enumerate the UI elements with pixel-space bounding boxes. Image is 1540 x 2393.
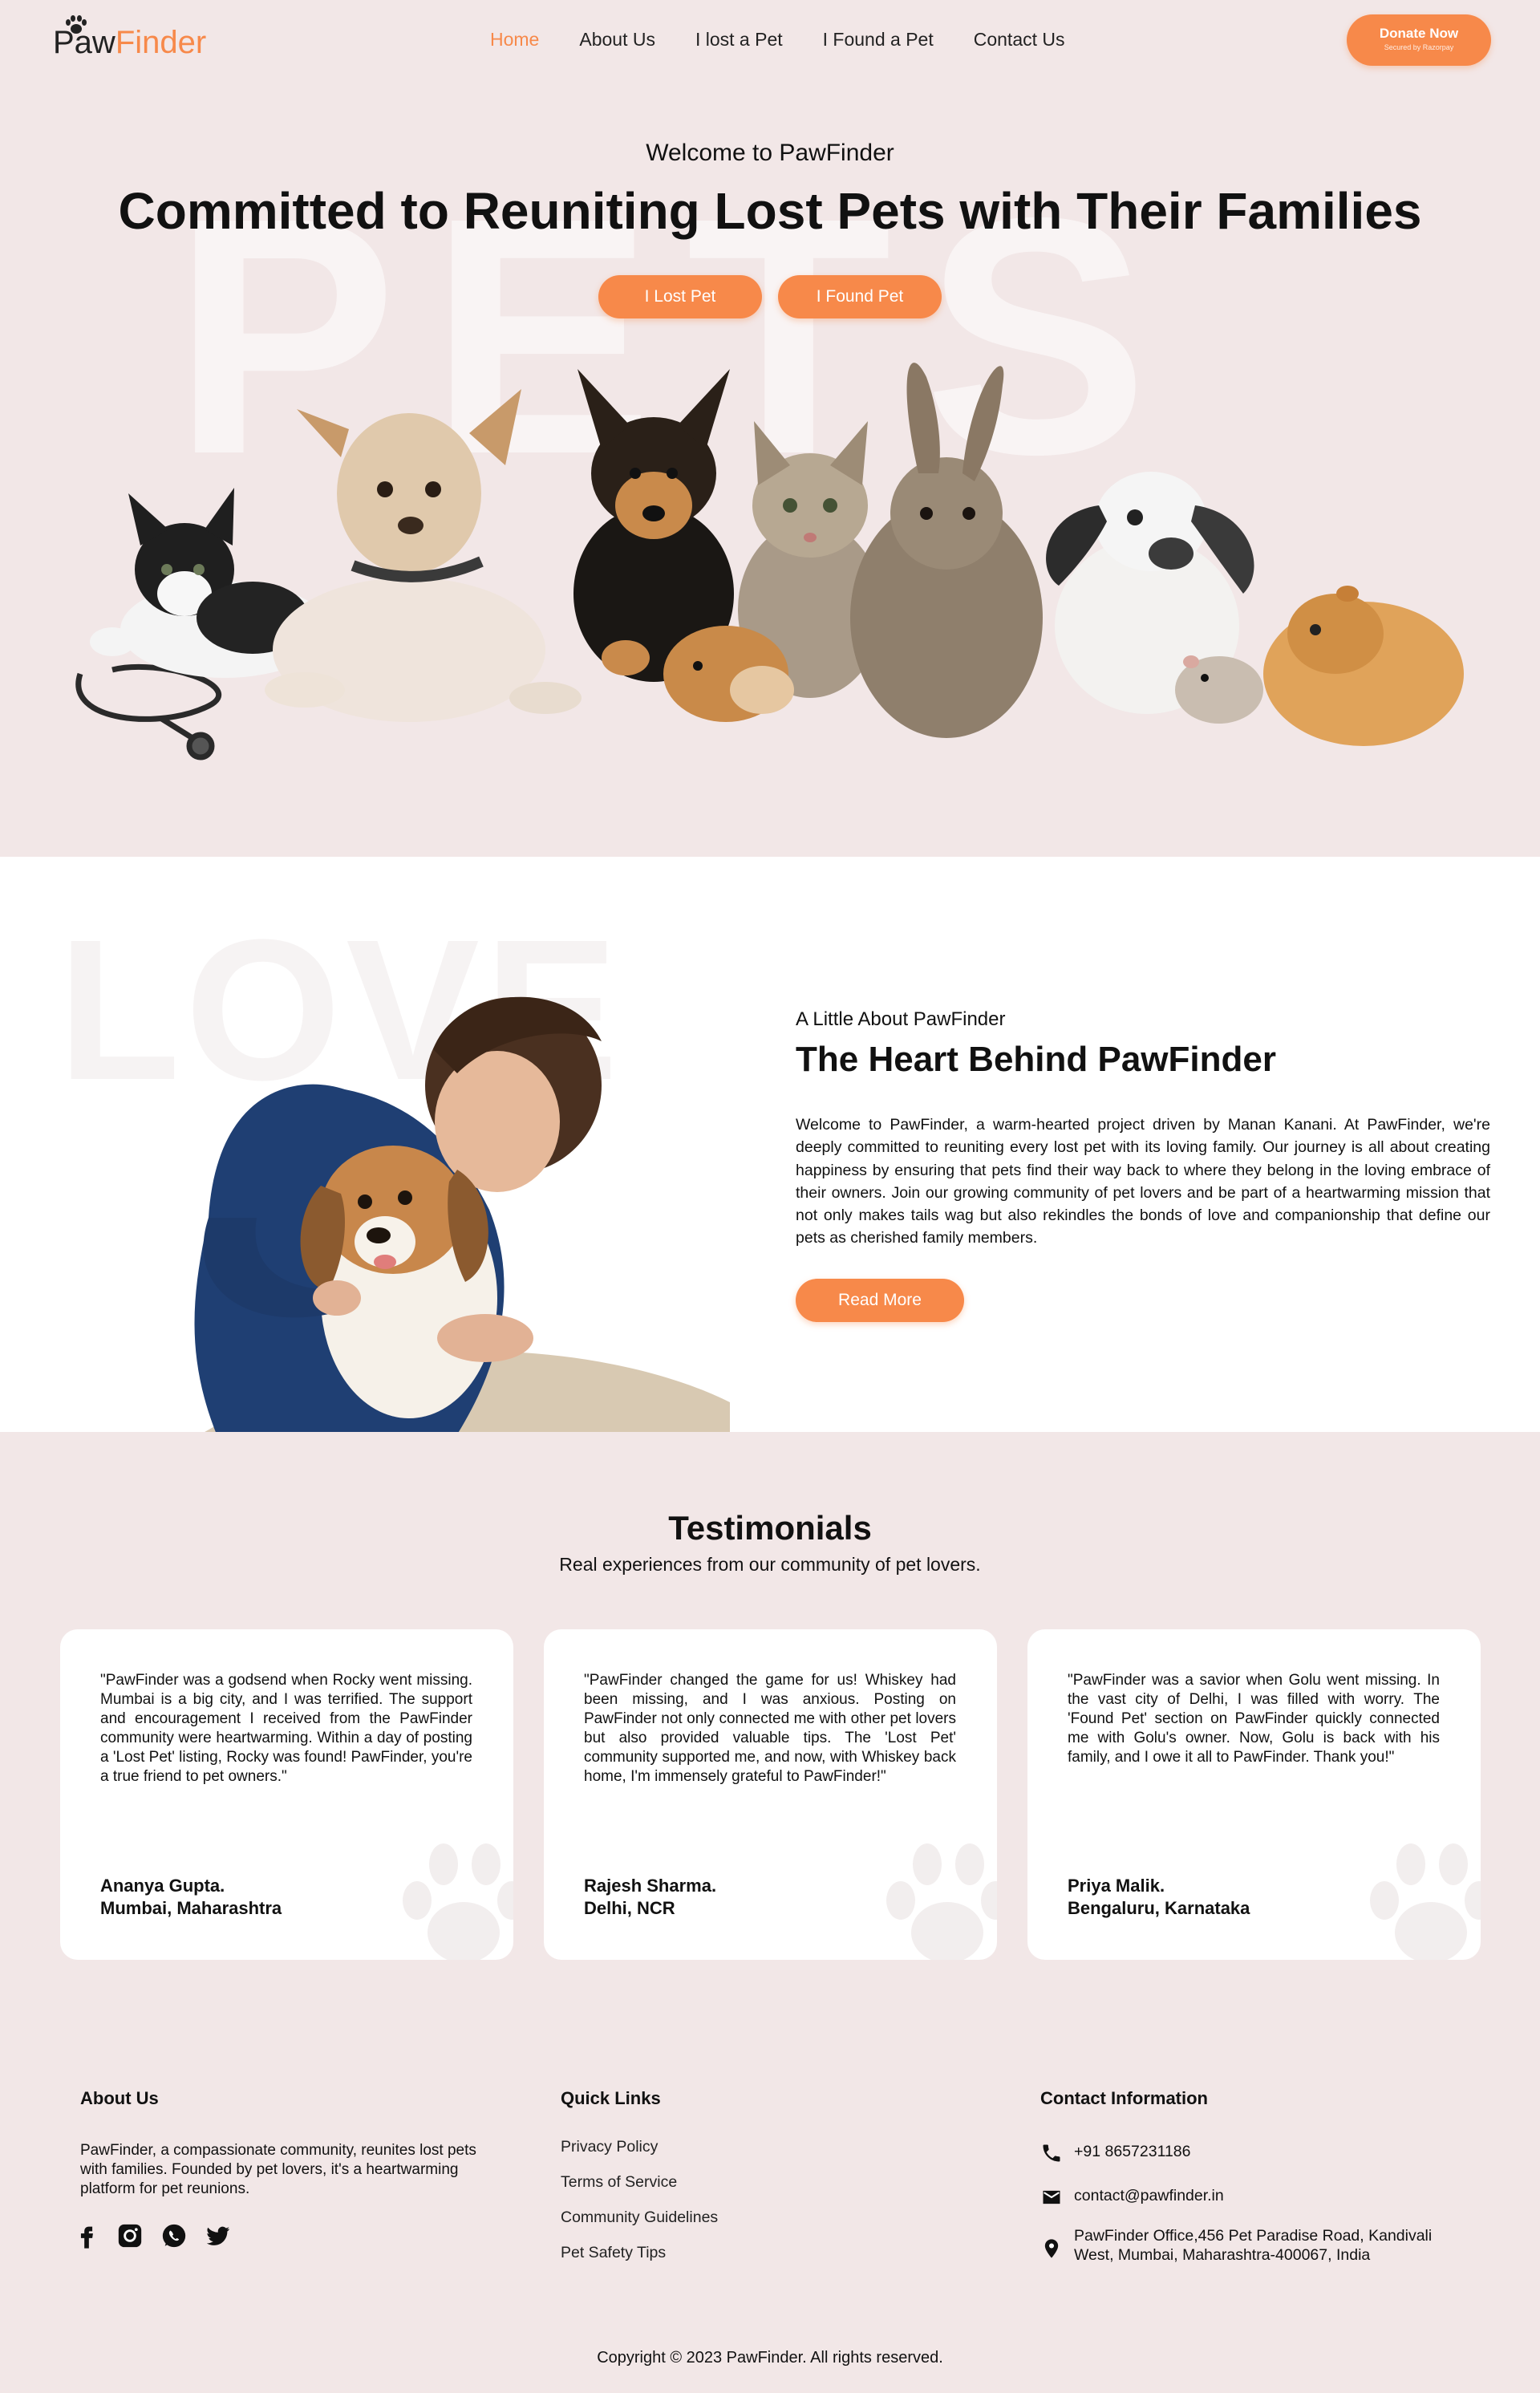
footer-contact-title: Contact Information: [1040, 2088, 1208, 2108]
about-title: The Heart Behind PawFinder: [796, 1040, 1276, 1079]
about-subtitle: A Little About PawFinder: [796, 1008, 1006, 1030]
donate-caption: Secured by Razorpay: [1384, 43, 1454, 51]
terrier-dog-image: [265, 389, 582, 722]
hero-section: PETS Paw Finder Home About Us I lost a Pe…: [0, 0, 1540, 857]
rabbit-image: [850, 363, 1043, 738]
lost-pet-button[interactable]: I Lost Pet: [598, 275, 762, 318]
boy-with-dog-image: [194, 996, 730, 1432]
instagram-icon[interactable]: [116, 2222, 144, 2249]
testimonial-name: Ananya Gupta.: [100, 1876, 225, 1896]
facebook-icon[interactable]: [73, 2222, 100, 2249]
testimonial-quote: "PawFinder changed the game for us! Whis…: [584, 1672, 956, 1785]
footer: About Us PawFinder, a compassionate comm…: [0, 1993, 1540, 2393]
nav-found-pet[interactable]: I Found a Pet: [823, 29, 934, 51]
testimonial-quote: "PawFinder was a savior when Golu went m…: [1068, 1672, 1440, 1766]
donate-label: Donate Now: [1379, 26, 1459, 41]
testimonial-card: "PawFinder was a savior when Golu went m…: [1027, 1629, 1481, 1960]
contact-email-text: contact@pawfinder.in: [1074, 2187, 1224, 2204]
phone-icon: [1043, 2144, 1060, 2162]
page: PETS Paw Finder Home About Us I lost a Pe…: [0, 0, 1540, 2393]
paw-watermark-icon: [403, 1843, 513, 1960]
footer-about-title: About Us: [80, 2088, 159, 2108]
about-text: Welcome to PawFinder, a warm-hearted pro…: [796, 1116, 1490, 1247]
testimonial-name: Priya Malik.: [1068, 1876, 1165, 1896]
testimonial-location: Bengaluru, Karnataka: [1068, 1898, 1250, 1918]
found-pet-button[interactable]: I Found Pet: [778, 275, 942, 318]
contact-email[interactable]: contact@pawfinder.in: [1040, 2186, 1224, 2208]
twitter-icon[interactable]: [205, 2222, 232, 2249]
paw-watermark-icon: [886, 1843, 997, 1960]
mail-icon: [1043, 2190, 1060, 2204]
location-pin-icon: [1044, 2239, 1059, 2258]
quick-links: Privacy Policy Terms of Service Communit…: [561, 2135, 718, 2276]
testimonial-location: Mumbai, Maharashtra: [100, 1898, 282, 1918]
link-privacy-policy[interactable]: Privacy Policy: [561, 2135, 718, 2170]
pets-group-image: [75, 363, 1464, 760]
nav-lost-pet[interactable]: I lost a Pet: [695, 29, 783, 51]
logo-text-finder: Finder: [115, 25, 207, 60]
donate-button[interactable]: Donate Now Secured by Razorpay: [1347, 14, 1491, 66]
footer-links-title: Quick Links: [561, 2088, 661, 2108]
hamster-image: [1175, 655, 1263, 724]
contact-address-text: PawFinder Office,456 Pet Paradise Road, …: [1074, 2227, 1433, 2264]
footer-about-text: PawFinder, a compassionate community, re…: [80, 2142, 476, 2197]
read-more-button[interactable]: Read More: [796, 1279, 964, 1322]
contact-phone-text: +91 8657231186: [1074, 2143, 1191, 2160]
testimonial-author: Rajesh Sharma. Delhi, NCR: [584, 1875, 716, 1920]
main-nav: Home About Us I lost a Pet I Found a Pet…: [490, 29, 1065, 51]
testimonial-card: "PawFinder changed the game for us! Whis…: [544, 1629, 997, 1960]
hero-buttons: I Lost Pet I Found Pet: [0, 275, 1540, 318]
testimonial-location: Delhi, NCR: [584, 1898, 675, 1918]
nav-about-us[interactable]: About Us: [579, 29, 655, 51]
hero-subtitle: Welcome to PawFinder: [646, 140, 894, 166]
testimonial-quote: "PawFinder was a godsend when Rocky went…: [100, 1672, 472, 1785]
testimonial-author: Ananya Gupta. Mumbai, Maharashtra: [100, 1875, 282, 1920]
contact-phone[interactable]: +91 8657231186: [1040, 2142, 1191, 2164]
link-community-guidelines[interactable]: Community Guidelines: [561, 2205, 718, 2241]
testimonials-section: Testimonials Real experiences from our c…: [0, 1432, 1540, 1993]
testimonials-subtitle: Real experiences from our community of p…: [559, 1554, 981, 1575]
contact-address: PawFinder Office,456 Pet Paradise Road, …: [1040, 2226, 1441, 2265]
stethoscope-icon: [75, 663, 222, 760]
whatsapp-icon[interactable]: [160, 2222, 188, 2249]
copyright: Copyright © 2023 PawFinder. All rights r…: [597, 2349, 943, 2367]
testimonial-card: "PawFinder was a godsend when Rocky went…: [60, 1629, 513, 1960]
about-section: LOVE A Little About PawFinder The Heart …: [0, 857, 1540, 1432]
testimonial-name: Rajesh Sharma.: [584, 1876, 717, 1896]
link-terms-of-service[interactable]: Terms of Service: [561, 2170, 718, 2205]
link-pet-safety-tips[interactable]: Pet Safety Tips: [561, 2241, 718, 2276]
logo[interactable]: Paw Finder: [53, 15, 207, 61]
big-guinea-pig-image: [1263, 586, 1464, 746]
paw-watermark-icon: [1370, 1843, 1481, 1960]
nav-home[interactable]: Home: [490, 29, 539, 51]
hero-title: Committed to Reuniting Lost Pets with Th…: [118, 182, 1422, 240]
nav-contact-us[interactable]: Contact Us: [974, 29, 1065, 51]
testimonials-title: Testimonials: [668, 1509, 872, 1547]
testimonial-author: Priya Malik. Bengaluru, Karnataka: [1068, 1875, 1250, 1920]
paw-logo-icon: [66, 15, 87, 34]
